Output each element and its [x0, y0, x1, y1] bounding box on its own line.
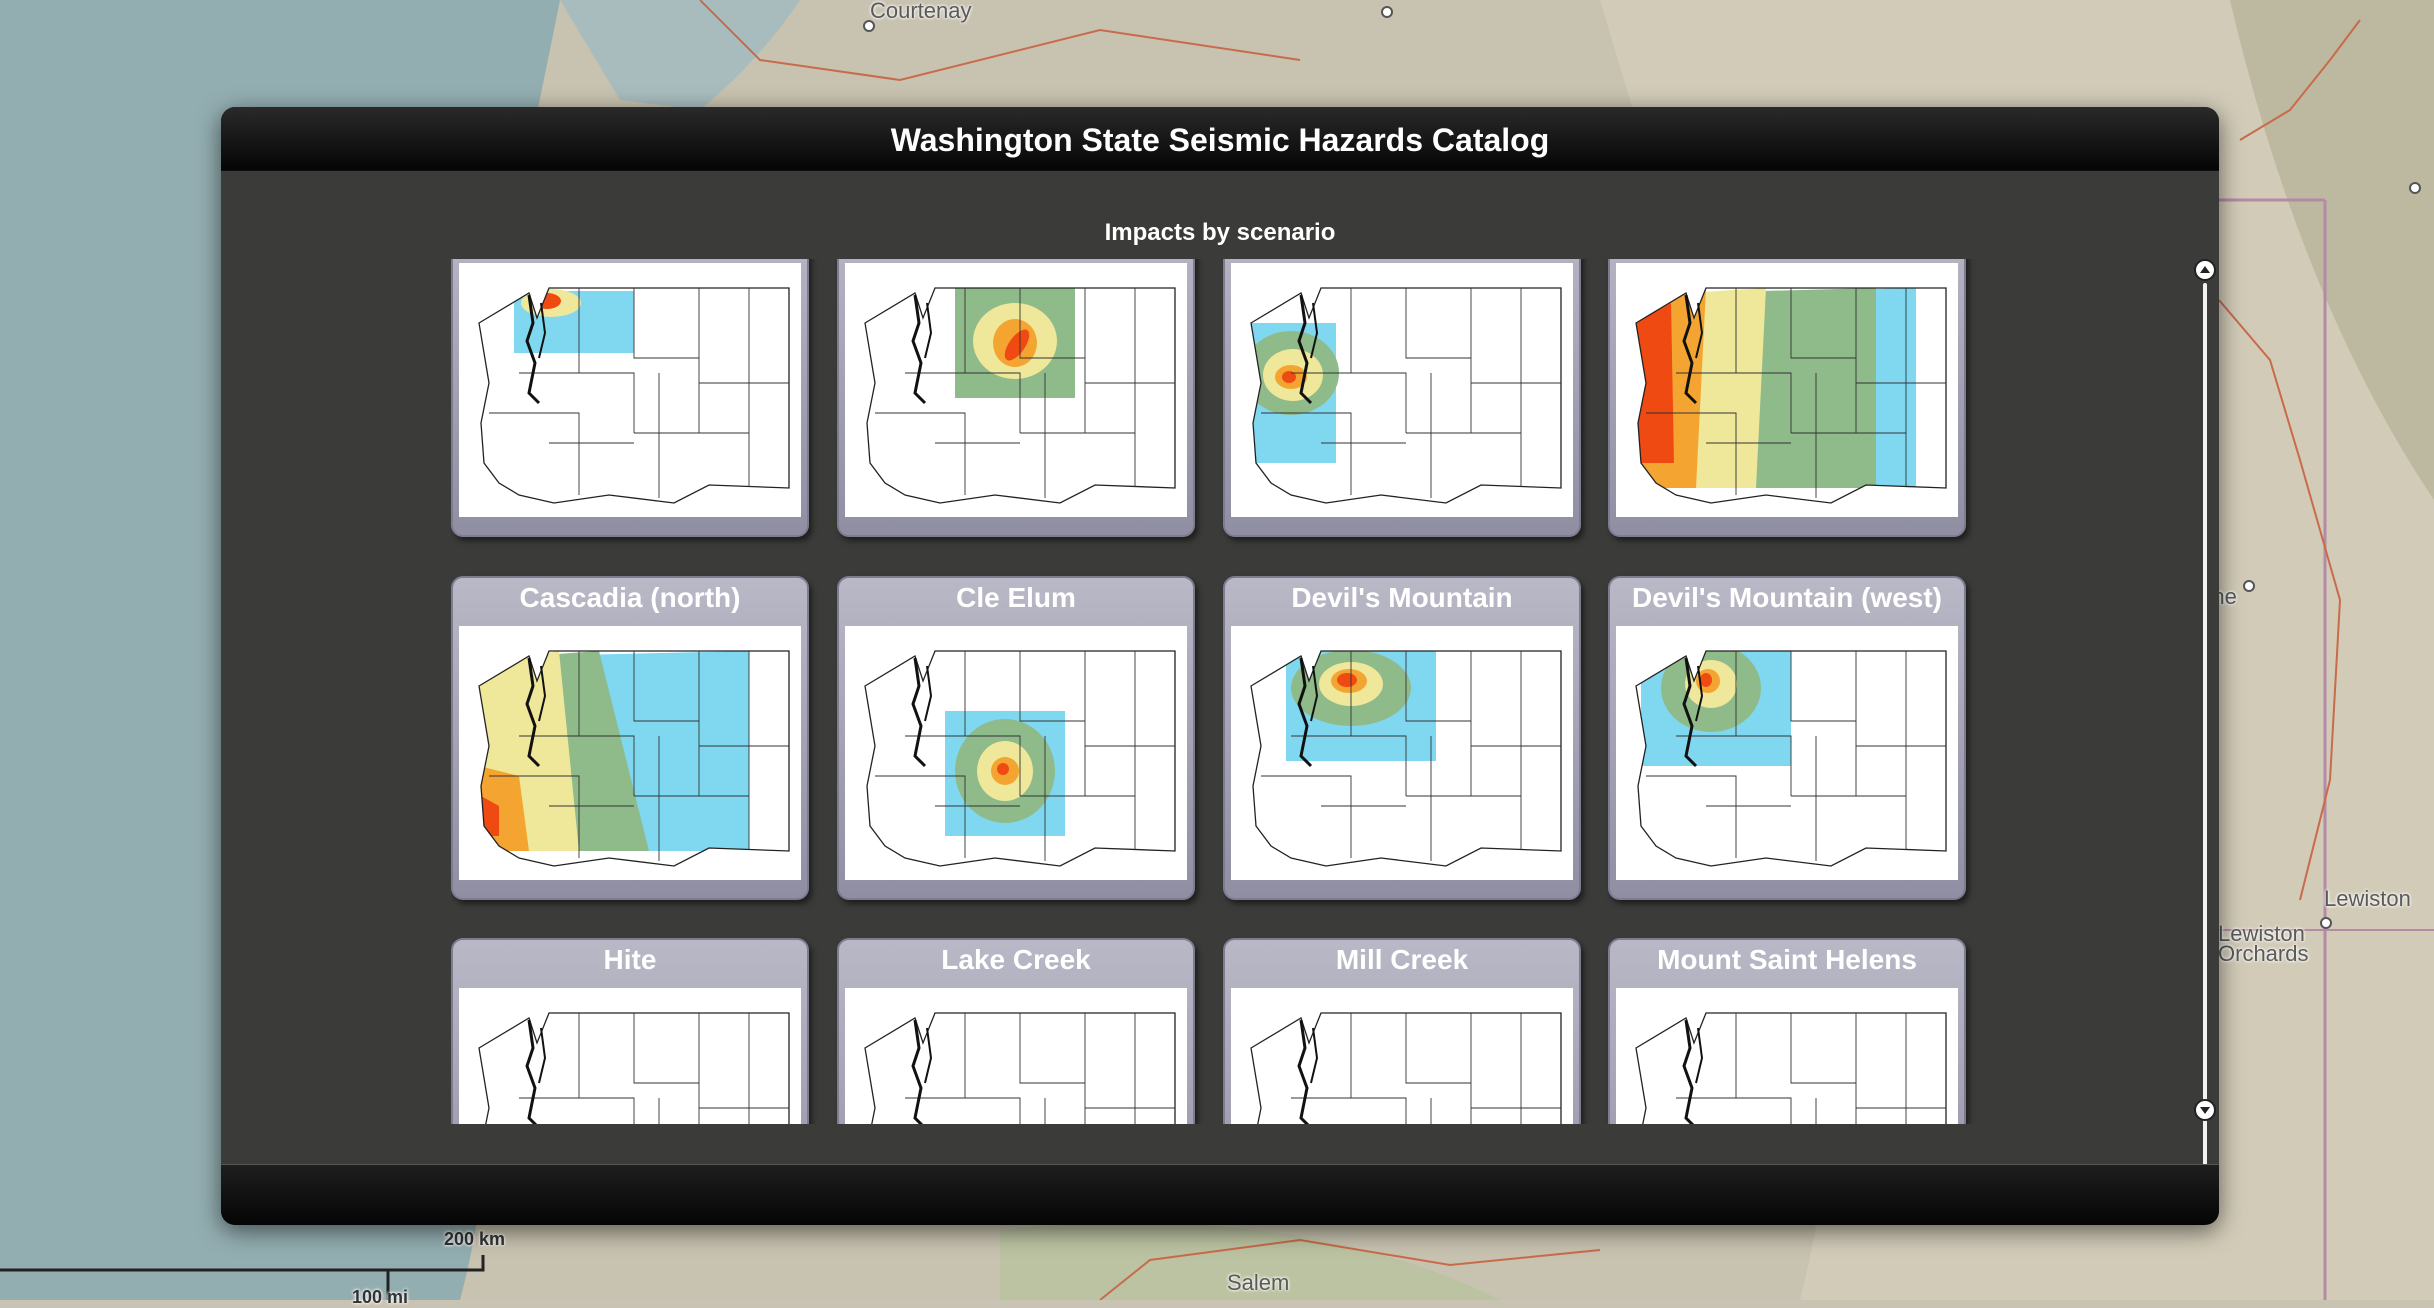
section-title: Impacts by scenario [1104, 219, 1336, 246]
shakemap-thumbnail [1616, 626, 1958, 880]
scroll-down-icon[interactable] [2194, 1099, 2216, 1121]
scenario-card[interactable]: Cascadia [1608, 259, 1966, 537]
shakemap-thumbnail [1231, 626, 1573, 880]
shakemap-thumbnail [1616, 263, 1958, 517]
shakemap-thumbnail [459, 263, 801, 517]
map-label-courtenay: Courtenay [870, 0, 972, 23]
scenario-card[interactable]: Boulder Creek [451, 259, 809, 537]
shakemap-thumbnail [1616, 988, 1958, 1124]
scenario-card-title: Cle Elum [956, 582, 1076, 613]
scenario-card-title: Mount Saint Helens [1657, 944, 1917, 975]
scenario-card[interactable]: Devil's Mountain [1223, 576, 1581, 900]
shakemap-thumbnail [845, 988, 1187, 1124]
scenario-card-title: Cascadia (north) [519, 582, 741, 613]
scenario-card-title: Lake Creek [941, 944, 1091, 975]
window-footer [221, 1164, 2219, 1225]
scenario-card-title: Devil's Mountain (west) [1631, 582, 1943, 613]
scenario-card[interactable]: Lake Creek [837, 938, 1195, 1124]
scroll-up-icon[interactable] [2194, 259, 2216, 281]
scenario-card-title: Devil's Mountain [1291, 582, 1513, 613]
shakemap-thumbnail [845, 626, 1187, 880]
shakemap-thumbnail [1231, 263, 1573, 517]
scenario-card[interactable]: Canyon River [1223, 259, 1581, 537]
scenario-card[interactable]: Mill Creek [1223, 938, 1581, 1124]
scale-bar-mi-label: 100 mi [352, 1287, 409, 1307]
scenario-card[interactable]: Chelan [837, 259, 1195, 537]
shakemap-thumbnail [459, 988, 801, 1124]
map-label-lewiston: Lewiston [2324, 886, 2411, 911]
scenario-card-title: Mill Creek [1335, 944, 1469, 975]
shakemap-thumbnail [1231, 988, 1573, 1124]
scenario-card[interactable]: Cascadia (north) [451, 576, 809, 900]
scenario-card[interactable]: Hite [451, 938, 809, 1124]
scenario-card[interactable]: Cle Elum [837, 576, 1195, 900]
scenario-card[interactable]: Mount Saint Helens [1608, 938, 1966, 1124]
map-label-salem: Salem [1227, 1270, 1290, 1295]
scenario-card-title: Hite [603, 944, 657, 975]
scenario-grid[interactable]: Boulder Creek Chelan [451, 259, 2211, 1124]
shakemap-thumbnail [845, 263, 1187, 517]
scenario-card[interactable]: Devil's Mountain (west) [1608, 576, 1966, 900]
map-label-lewiston-orchards: Lewiston Orchards [2218, 921, 2309, 966]
window-title: Washington State Seismic Hazards Catalog [890, 122, 1550, 158]
shakemap-thumbnail [459, 626, 801, 880]
scroll-track[interactable] [2203, 283, 2207, 1225]
catalog-window: Washington State Seismic Hazards Catalog… [221, 107, 2219, 1225]
window-header[interactable]: Washington State Seismic Hazards Catalog [221, 107, 2219, 171]
scale-bar-km-label: 200 km [444, 1229, 506, 1249]
scrollbar[interactable] [2191, 259, 2219, 1225]
